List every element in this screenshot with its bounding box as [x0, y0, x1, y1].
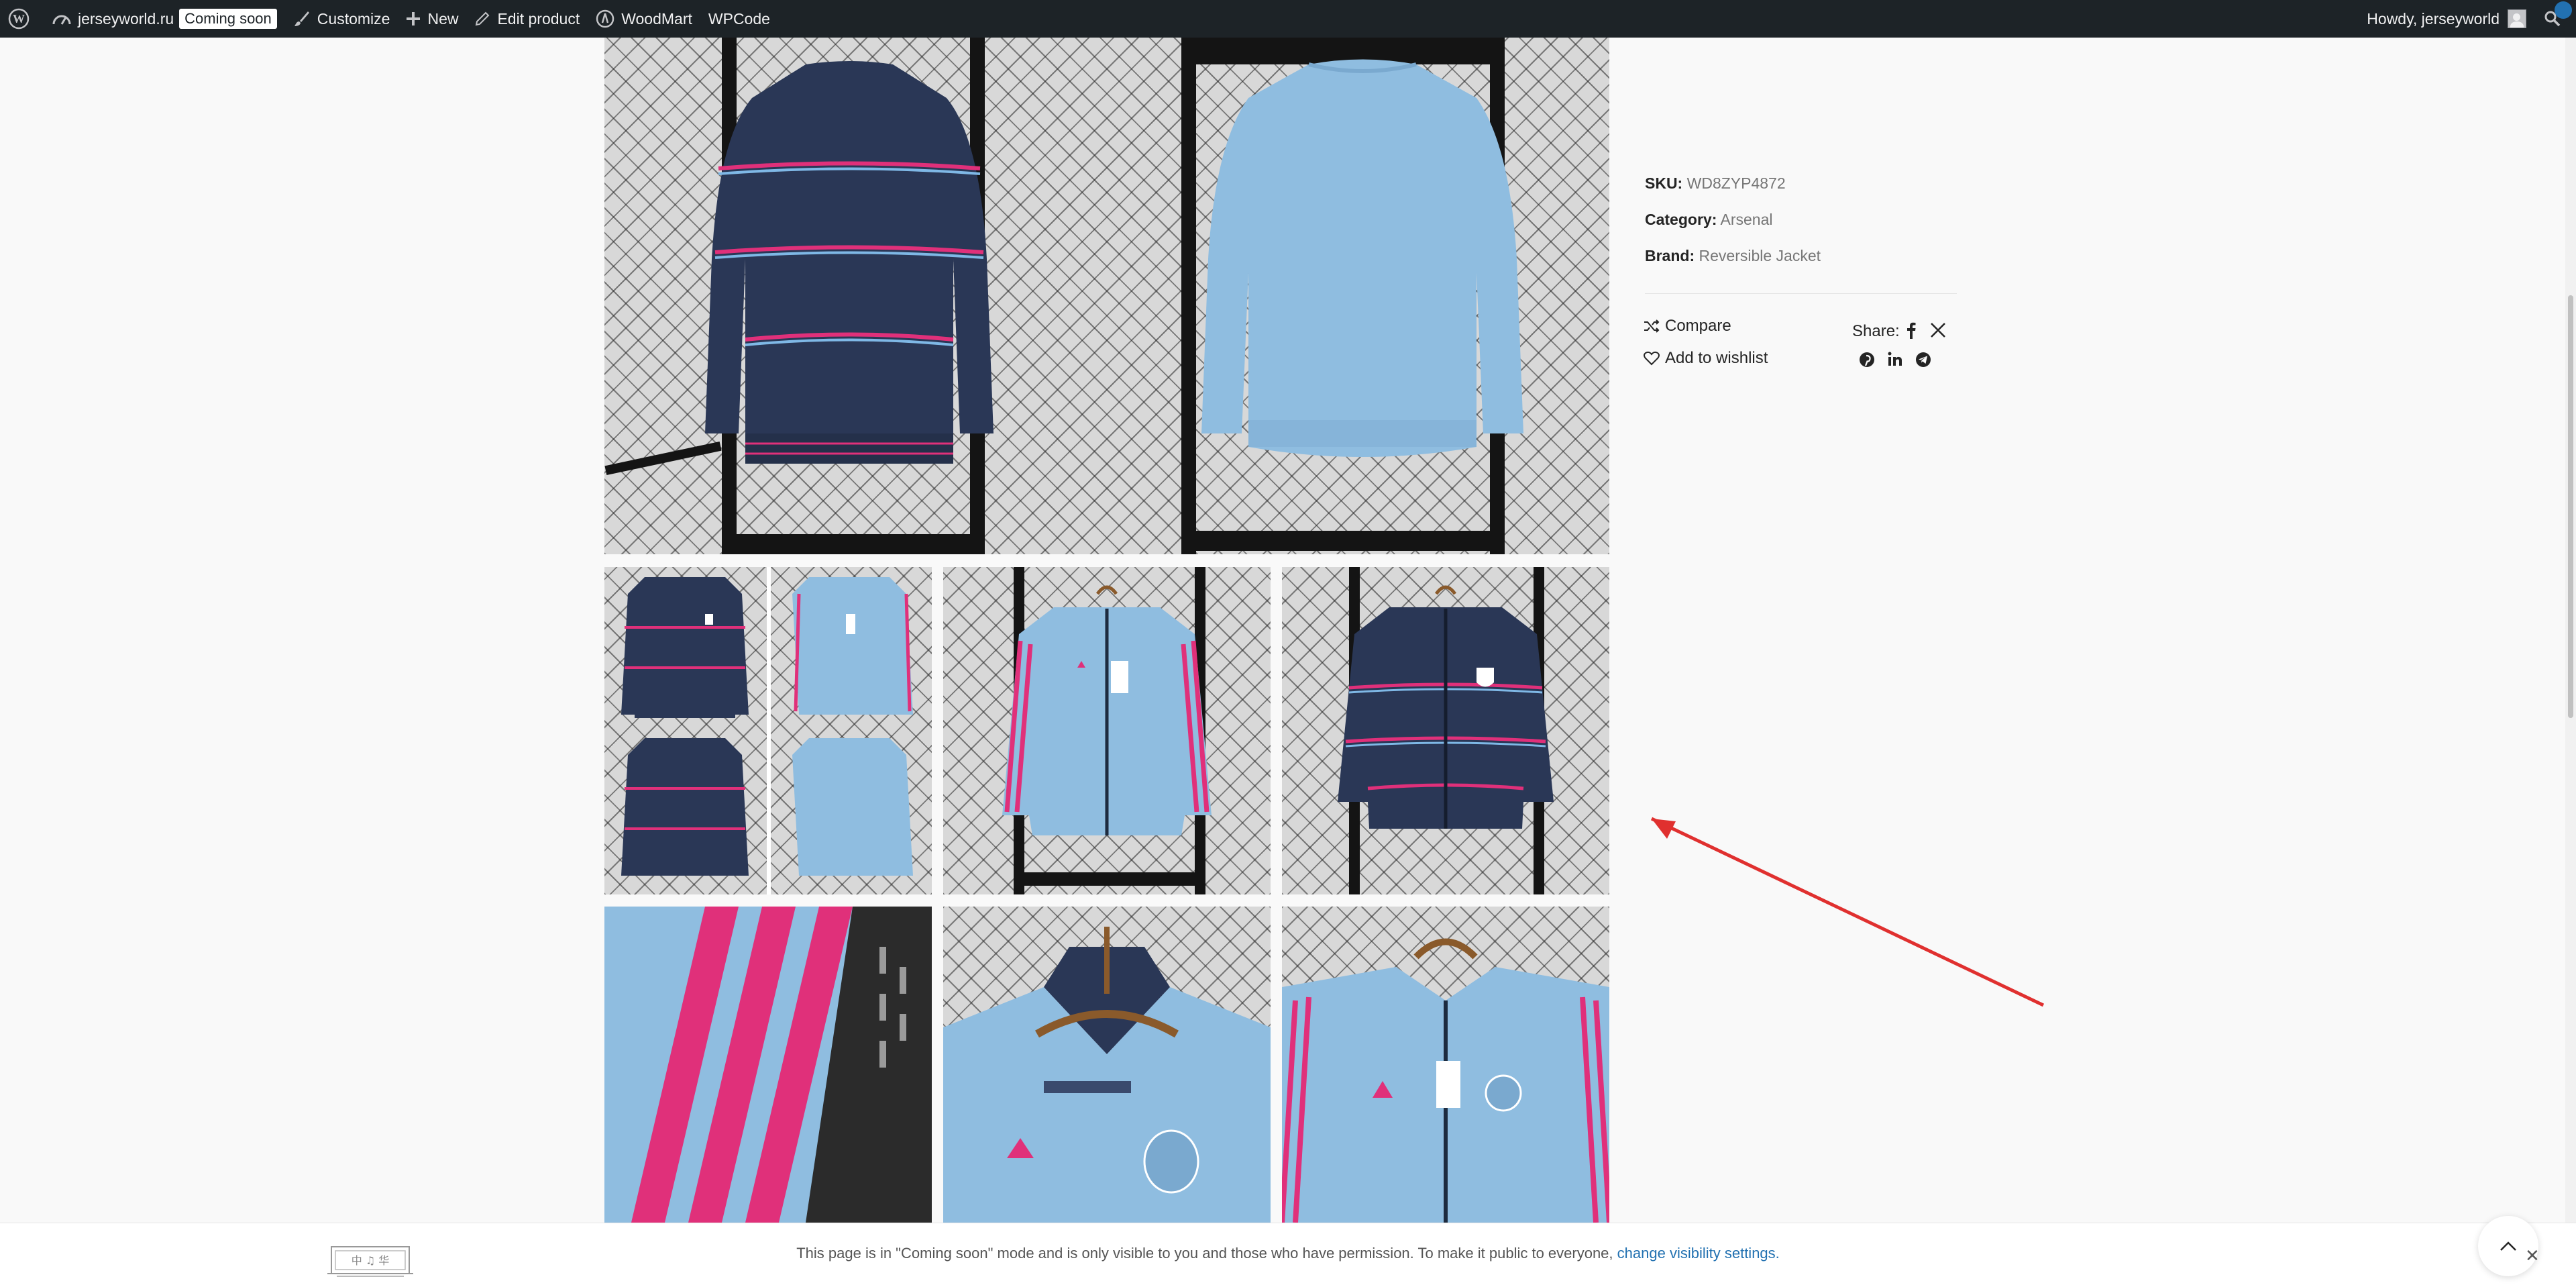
wpcode-menu[interactable]: WPCode: [700, 0, 778, 38]
woodmart-menu[interactable]: WoodMart: [588, 0, 700, 38]
blue-jacket-front-image: [1002, 585, 1212, 835]
thumbnail-blue-front[interactable]: [943, 567, 1271, 894]
howdy-text: Howdy, jerseyworld: [2367, 9, 2500, 28]
site-logo: 中 ♫ 华: [327, 1246, 413, 1277]
main-product-image[interactable]: [604, 38, 1609, 554]
wpcode-label: WPCode: [708, 9, 770, 28]
thumbnail-blue-closeup[interactable]: [1282, 907, 1609, 1223]
brand-row: Brand: Reversible Jacket: [1645, 247, 1821, 265]
plus-icon: [407, 12, 421, 25]
wordpress-logo-icon[interactable]: W: [0, 0, 44, 38]
woodmart-label: WoodMart: [621, 9, 692, 28]
notice-text: This page is in "Coming soon" mode and i…: [796, 1245, 1617, 1262]
my-account-menu[interactable]: Howdy, jerseyworld: [2359, 0, 2529, 38]
share-label: Share:: [1852, 322, 1900, 340]
sku-value: WD8ZYP4872: [1686, 174, 1786, 192]
category-link[interactable]: Arsenal: [1720, 211, 1772, 228]
x-twitter-icon[interactable]: [1930, 323, 1946, 338]
pencil-icon: [476, 11, 490, 26]
thumbnail-sleeve-detail[interactable]: [604, 907, 932, 1223]
change-visibility-link[interactable]: change visibility settings.: [1617, 1245, 1780, 1262]
site-name-menu[interactable]: jerseyworld.ru Coming soon: [44, 0, 285, 38]
thumbnail-collage[interactable]: [604, 567, 932, 894]
brush-icon: [294, 11, 309, 26]
search-icon: [2544, 11, 2561, 27]
blue-jacket-closeup-image: [1282, 938, 1609, 1223]
meta-divider: [1645, 293, 1957, 294]
search-toggle[interactable]: [2529, 0, 2576, 38]
facebook-icon[interactable]: [1905, 321, 1916, 339]
edit-product-label: Edit product: [497, 9, 580, 28]
sku-row: SKU: WD8ZYP4872: [1645, 174, 1786, 193]
new-menu[interactable]: New: [398, 0, 466, 38]
compare-button[interactable]: Compare: [1644, 317, 1731, 336]
navy-jacket-back-image: [705, 61, 994, 464]
chevron-up-icon: [2500, 1241, 2516, 1251]
category-label: Category:: [1645, 211, 1717, 228]
sku-label: SKU:: [1645, 174, 1683, 192]
new-label: New: [427, 9, 459, 28]
red-arrow-annotation: [1650, 817, 2045, 1007]
add-to-wishlist-button[interactable]: Add to wishlist: [1644, 349, 1768, 368]
category-row: Category: Arsenal: [1645, 211, 1772, 229]
heart-icon: [1644, 351, 1660, 366]
customize-link[interactable]: Customize: [285, 0, 398, 38]
dashboard-icon: [52, 15, 71, 25]
site-name: jerseyworld.ru: [78, 9, 174, 28]
shuffle-icon: [1644, 319, 1660, 333]
compare-label: Compare: [1665, 317, 1731, 335]
rack-left-base: [722, 534, 985, 554]
reversible-collar-image: [943, 927, 1271, 1223]
wishlist-label: Add to wishlist: [1665, 349, 1768, 367]
customize-label: Customize: [317, 9, 390, 28]
woodmart-logo-icon: [596, 9, 614, 28]
blue-jacket-back-image: [1201, 59, 1523, 457]
brand-label: Brand:: [1645, 247, 1695, 264]
logo-text: 中 ♫ 华: [352, 1254, 390, 1267]
rack-right-base: [1181, 531, 1505, 551]
svg-text:W: W: [13, 12, 25, 25]
thumbnail-navy-front[interactable]: [1282, 567, 1609, 894]
linkedin-icon[interactable]: [1888, 352, 1902, 366]
pinterest-icon[interactable]: [1859, 352, 1875, 368]
avatar: [2508, 9, 2526, 28]
close-notice-icon[interactable]: ✕: [2525, 1245, 2540, 1266]
thumbnail-collar-detail[interactable]: [943, 907, 1271, 1223]
edit-product-link[interactable]: Edit product: [466, 0, 588, 38]
admin-bar: W jerseyworld.ru Coming soon Customize N…: [0, 0, 2576, 38]
scrollbar-thumb[interactable]: [2568, 295, 2573, 718]
brand-link[interactable]: Reversible Jacket: [1699, 247, 1821, 264]
telegram-icon[interactable]: [1915, 352, 1931, 368]
navy-jacket-front-image: [1338, 585, 1554, 829]
sleeve-stripes-image: [604, 907, 932, 1223]
jacket-collage-image: [621, 577, 913, 876]
coming-soon-badge[interactable]: Coming soon: [179, 9, 277, 29]
